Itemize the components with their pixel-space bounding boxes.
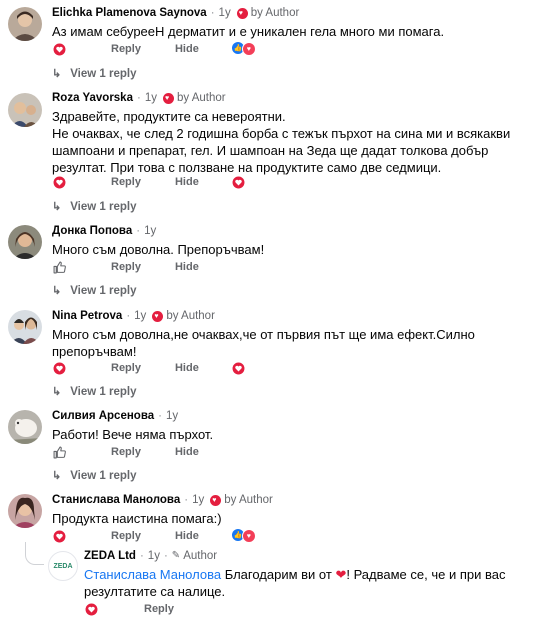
view-replies-link[interactable]: ↳ View 1 reply — [52, 385, 137, 399]
reply-button[interactable]: Reply — [111, 261, 141, 273]
hide-button[interactable]: Hide — [175, 43, 199, 55]
reply-arrow-icon: ↳ — [52, 68, 62, 80]
heart-icon[interactable] — [84, 602, 98, 616]
view-replies-link[interactable]: ↳ View 1 reply — [52, 284, 137, 298]
heart-icon[interactable] — [232, 175, 246, 189]
reply-button[interactable]: Reply — [111, 176, 141, 188]
by-author-label: by Author — [176, 92, 226, 104]
comment-text: Аз имам себурееН дерматит и е уникален г… — [52, 24, 445, 39]
view-replies-label: View 1 reply — [70, 284, 137, 297]
reply-button[interactable]: Reply — [144, 603, 174, 615]
reaction-summary[interactable]: 👍 ♥ — [231, 42, 256, 56]
red-heart-icon: ❤ — [335, 567, 347, 582]
by-author-label: by Author — [166, 310, 215, 322]
author-heart-icon — [162, 92, 174, 104]
heart-icon[interactable] — [232, 361, 246, 375]
comment-text: Продукта наистина помага:) — [52, 511, 222, 526]
author-label: Author — [183, 550, 218, 562]
view-replies-label: View 1 reply — [70, 385, 137, 398]
commenter-name[interactable]: Донка Попова — [52, 224, 132, 238]
comment-time[interactable]: 1y — [166, 409, 178, 423]
comment-time[interactable]: 1y — [145, 91, 157, 105]
view-replies-link[interactable]: ↳ View 1 reply — [52, 200, 137, 214]
hide-button[interactable]: Hide — [175, 362, 199, 374]
avatar[interactable] — [8, 225, 42, 259]
comment-text: Много съм доволна. Препоръчвам! — [52, 242, 265, 257]
comment-text: Работи! Вече няма пърхот. — [52, 427, 214, 442]
reply-button[interactable]: Reply — [111, 530, 141, 542]
hide-button[interactable]: Hide — [175, 530, 199, 542]
heart-icon[interactable] — [52, 529, 66, 543]
reaction-summary[interactable]: 👍 ♥ — [231, 529, 256, 543]
avatar[interactable] — [8, 494, 42, 528]
reply-arrow-icon: ↳ — [52, 470, 62, 482]
reply-text: Станислава Манолова Благодарим ви от ❤! … — [84, 566, 532, 600]
reply-button[interactable]: Reply — [111, 362, 141, 374]
avatar[interactable] — [8, 310, 42, 344]
view-replies-link[interactable]: ↳ View 1 reply — [52, 67, 137, 81]
comment-text: Здравейте, продуктите са невероятни. Не … — [52, 109, 511, 175]
hide-button[interactable]: Hide — [175, 261, 199, 273]
reply-button[interactable]: Reply — [111, 43, 141, 55]
by-author-label: by Author — [250, 7, 300, 19]
comment-time[interactable]: 1y — [192, 493, 204, 507]
commenter-name[interactable]: Elichka Plamenova Saynova — [52, 6, 207, 20]
commenter-name[interactable]: Nina Petrova — [52, 309, 122, 323]
view-replies-label: View 1 reply — [70, 200, 137, 213]
love-reaction-icon: ♥ — [241, 42, 256, 56]
thumbs-up-icon[interactable] — [52, 445, 66, 459]
comment-time[interactable]: 1y — [219, 6, 231, 20]
reply-button[interactable]: Reply — [111, 446, 141, 458]
view-replies-label: View 1 reply — [70, 469, 137, 482]
reply-arrow-icon: ↳ — [52, 285, 62, 297]
view-replies-link[interactable]: ↳ View 1 reply — [52, 469, 137, 483]
heart-icon[interactable] — [52, 175, 66, 189]
reply-arrow-icon: ↳ — [52, 201, 62, 213]
commenter-name[interactable]: ZEDA Ltd — [84, 549, 136, 563]
author-heart-icon — [152, 310, 164, 322]
comment-time[interactable]: 1y — [148, 549, 160, 563]
comment-text: Много съм доволна,не очаквах,че от първи… — [52, 327, 475, 359]
author-heart-icon — [210, 494, 222, 506]
comment-time[interactable]: 1y — [144, 224, 156, 238]
avatar[interactable] — [8, 93, 42, 127]
commenter-name[interactable]: Станислава Манолова — [52, 493, 180, 507]
hide-button[interactable]: Hide — [175, 446, 199, 458]
commenter-name[interactable]: Силвия Арсенова — [52, 409, 154, 423]
by-author-label: by Author — [224, 494, 273, 506]
zeda-logo: ZEDA — [53, 562, 73, 570]
mention-link[interactable]: Станислава Манолова — [84, 567, 221, 582]
reply-arrow-icon: ↳ — [52, 386, 62, 398]
commenter-name[interactable]: Roza Yavorska — [52, 91, 133, 105]
thumbs-up-icon[interactable] — [52, 260, 66, 274]
heart-icon[interactable] — [52, 361, 66, 375]
view-replies-label: View 1 reply — [70, 67, 137, 80]
reply-text-before: Благодарим ви от — [221, 567, 336, 582]
heart-icon[interactable] — [52, 42, 66, 56]
pencil-icon: ✎ — [171, 550, 181, 561]
comment-time[interactable]: 1y — [134, 309, 146, 323]
avatar[interactable] — [8, 7, 42, 41]
zeda-avatar[interactable]: ZEDA — [48, 551, 78, 581]
avatar[interactable] — [8, 410, 42, 444]
love-reaction-icon: ♥ — [241, 529, 256, 543]
author-heart-icon — [236, 7, 248, 19]
reply-thread-line — [25, 542, 44, 565]
hide-button[interactable]: Hide — [175, 176, 199, 188]
